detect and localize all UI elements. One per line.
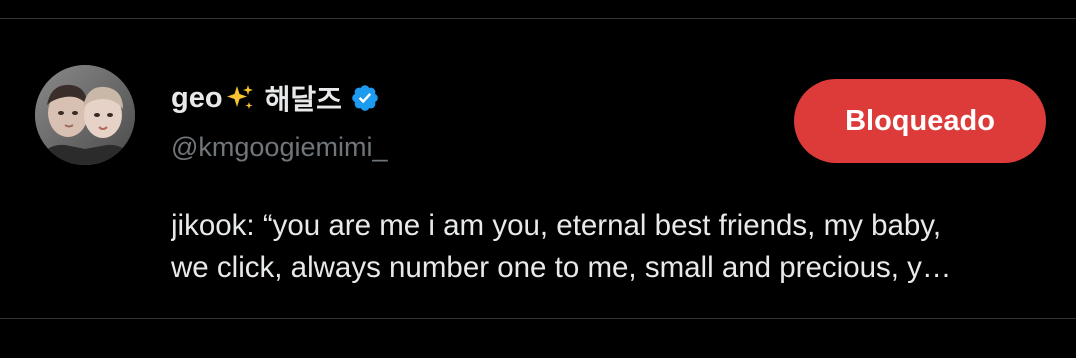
name-row[interactable]: geo 해달즈 xyxy=(171,79,380,117)
verified-badge-icon xyxy=(350,83,380,113)
display-name[interactable]: geo xyxy=(171,80,223,116)
korean-name[interactable]: 해달즈 xyxy=(265,78,342,118)
user-cell[interactable]: geo 해달즈 @kmgoogiemimi_ Bloqueado jikook:… xyxy=(0,19,1076,318)
bio-line-2: we click, always number one to me, small… xyxy=(171,251,952,284)
bottom-divider xyxy=(0,318,1076,319)
sparkle-icon xyxy=(225,83,255,113)
bio: jikook: “you are me i am you, eternal be… xyxy=(171,205,1051,289)
avatar[interactable] xyxy=(35,65,135,165)
handle[interactable]: @kmgoogiemimi_ xyxy=(171,132,387,163)
bio-line-1: jikook: “you are me i am you, eternal be… xyxy=(171,209,942,242)
blocked-button[interactable]: Bloqueado xyxy=(794,79,1046,163)
